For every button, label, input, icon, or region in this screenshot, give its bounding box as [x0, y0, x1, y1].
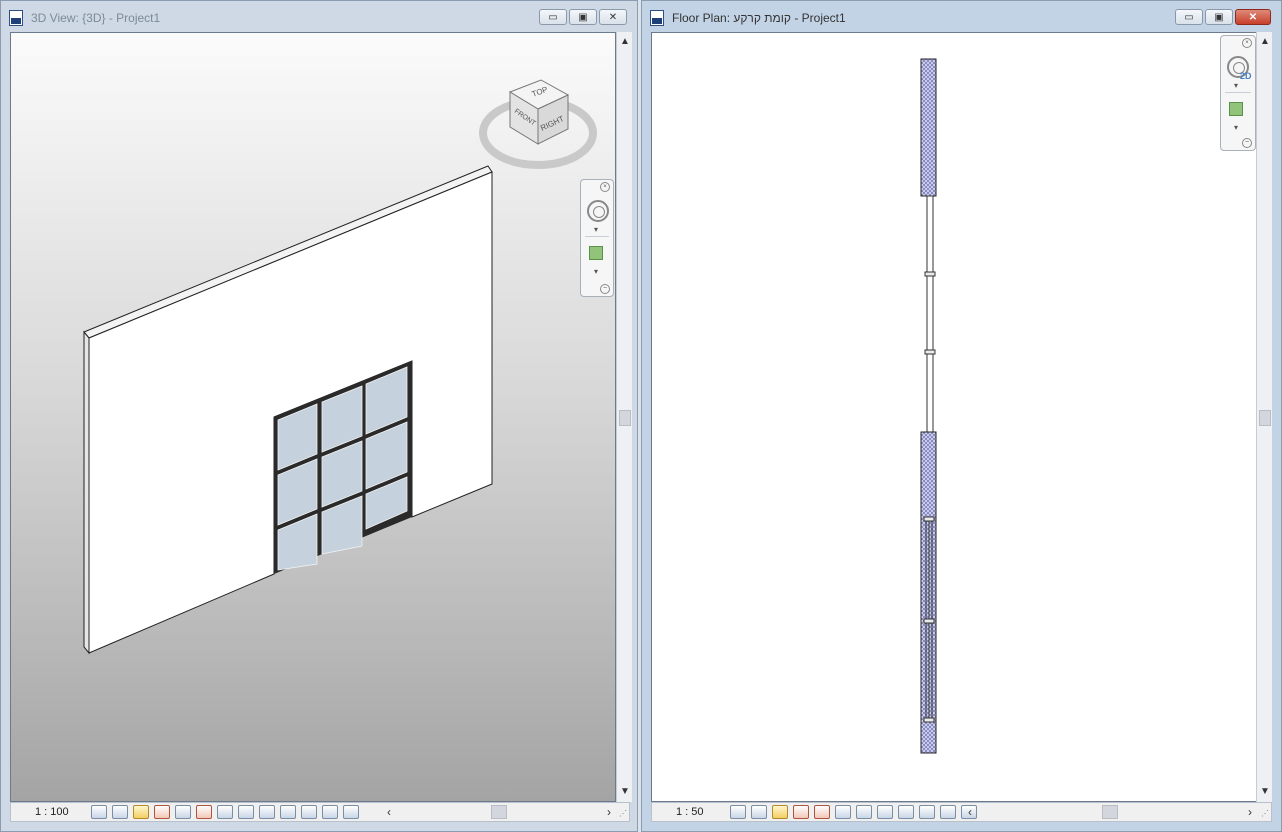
- restore-button[interactable]: ▣: [569, 9, 597, 25]
- vertical-scrollbar[interactable]: ▲ ▼: [1256, 32, 1272, 802]
- zoom-icon[interactable]: [1229, 102, 1243, 116]
- revit-document-icon: [650, 10, 664, 26]
- scroll-down-arrow-icon[interactable]: ▼: [617, 785, 633, 799]
- show-crop-icon[interactable]: [196, 805, 212, 819]
- zoom-icon[interactable]: [589, 246, 603, 260]
- reveal-hidden-icon[interactable]: [877, 805, 893, 819]
- collapse-icon[interactable]: −: [1242, 138, 1252, 148]
- wall-segment-top: [920, 58, 937, 197]
- detail-level-icon[interactable]: [91, 805, 107, 819]
- show-crop-icon[interactable]: [814, 805, 830, 819]
- 2d-badge: 2D: [1240, 71, 1252, 81]
- viewcube[interactable]: TOP FRONT RIGHT: [479, 79, 597, 169]
- analytical-model-icon[interactable]: [280, 805, 296, 819]
- restore-button[interactable]: ▣: [1205, 9, 1233, 25]
- scroll-down-arrow-icon[interactable]: ▼: [1257, 785, 1273, 799]
- worksharing-icon[interactable]: [940, 805, 956, 819]
- scroll-thumb[interactable]: [1259, 410, 1271, 426]
- close-icon[interactable]: ×: [600, 182, 610, 192]
- view-tools: [730, 805, 977, 819]
- 3d-model-canvas[interactable]: TOP FRONT RIGHT: [11, 33, 616, 802]
- view-scale[interactable]: 1 : 100: [35, 806, 69, 818]
- floor-plan-canvas[interactable]: [652, 33, 1258, 802]
- minimize-button[interactable]: ▭: [539, 9, 567, 25]
- view-scale[interactable]: 1 : 50: [676, 806, 704, 818]
- minimize-button[interactable]: ▭: [1175, 9, 1203, 25]
- window-title: 3D View: {3D} - Project1: [31, 11, 161, 25]
- visual-style-icon[interactable]: [112, 805, 128, 819]
- section-box-icon[interactable]: [343, 805, 359, 819]
- crop-view-icon[interactable]: [835, 805, 851, 819]
- shadows-icon[interactable]: [154, 805, 170, 819]
- scroll-right-arrow-icon[interactable]: ›: [1248, 805, 1252, 819]
- curtain-wall-plan: [924, 195, 936, 433]
- sun-path-icon[interactable]: [772, 805, 788, 819]
- scroll-right-arrow-icon[interactable]: ›: [607, 805, 611, 819]
- temporary-hide-icon[interactable]: [856, 805, 872, 819]
- scroll-thumb[interactable]: [619, 410, 631, 426]
- close-button[interactable]: ✕: [599, 9, 627, 25]
- window-title: Floor Plan: קומת קרקע - Project1: [672, 11, 846, 25]
- chevron-down-icon[interactable]: ▾: [1234, 81, 1238, 90]
- scroll-thumb[interactable]: [491, 805, 507, 819]
- steering-wheel-icon[interactable]: [587, 200, 609, 222]
- view-tools: [91, 805, 359, 819]
- render-icon[interactable]: [322, 805, 338, 819]
- close-icon[interactable]: ×: [1242, 38, 1252, 48]
- unlock-3d-view-icon[interactable]: [217, 805, 233, 819]
- close-button[interactable]: ✕: [1235, 9, 1271, 25]
- horizontal-scrollbar[interactable]: ‹ ›: [968, 805, 1256, 819]
- floor-plan-window[interactable]: Floor Plan: קומת קרקע - Project1 ▭ ▣ ✕ ×…: [641, 0, 1282, 832]
- shadows-icon[interactable]: [793, 805, 809, 819]
- vertical-scrollbar[interactable]: ▲ ▼: [616, 32, 632, 802]
- door-element: [923, 516, 935, 723]
- horizontal-scrollbar[interactable]: ‹ ›: [387, 805, 615, 819]
- scroll-thumb[interactable]: [1102, 805, 1118, 819]
- navigation-bar[interactable]: × ▾ ▾ −: [580, 179, 614, 297]
- scroll-up-arrow-icon[interactable]: ▲: [617, 35, 633, 49]
- view-control-bar: 1 : 100 ‹ › ⋰: [10, 802, 630, 822]
- title-bar[interactable]: 3D View: {3D} - Project1 ▭ ▣ ✕: [1, 1, 637, 32]
- title-bar[interactable]: Floor Plan: קומת קרקע - Project1 ▭ ▣ ✕: [642, 1, 1281, 32]
- chevron-down-icon[interactable]: ▾: [1234, 123, 1238, 132]
- chevron-down-icon[interactable]: ▾: [594, 225, 598, 234]
- analytical-model-icon[interactable]: [898, 805, 914, 819]
- wall-end-face: [83, 330, 90, 655]
- highlight-displacement-icon[interactable]: [919, 805, 935, 819]
- reveal-hidden-icon[interactable]: [259, 805, 275, 819]
- chevron-down-icon[interactable]: ▾: [594, 267, 598, 276]
- 3d-viewport[interactable]: TOP FRONT RIGHT × ▾ ▾ −: [10, 32, 616, 802]
- view-control-bar: 1 : 50 ‹ › ⋰: [651, 802, 1272, 822]
- resize-grip-icon[interactable]: ⋰: [619, 809, 627, 818]
- 3d-view-window[interactable]: 3D View: {3D} - Project1 ▭ ▣ ✕ TOP FRONT…: [0, 0, 638, 832]
- resize-grip-icon[interactable]: ⋰: [1261, 809, 1269, 818]
- visual-style-icon[interactable]: [751, 805, 767, 819]
- plan-viewport[interactable]: × 2D ▾ ▾ −: [651, 32, 1258, 802]
- highlight-displacement-icon[interactable]: [301, 805, 317, 819]
- navigation-bar[interactable]: × 2D ▾ ▾ −: [1220, 35, 1256, 151]
- sun-path-icon[interactable]: [133, 805, 149, 819]
- scroll-left-arrow-icon[interactable]: ‹: [387, 805, 391, 819]
- scroll-left-arrow-icon[interactable]: ‹: [968, 805, 972, 819]
- temporary-hide-icon[interactable]: [238, 805, 254, 819]
- revit-document-icon: [9, 10, 23, 26]
- scroll-up-arrow-icon[interactable]: ▲: [1257, 35, 1273, 49]
- collapse-icon[interactable]: −: [600, 284, 610, 294]
- detail-level-icon[interactable]: [730, 805, 746, 819]
- crop-view-icon[interactable]: [175, 805, 191, 819]
